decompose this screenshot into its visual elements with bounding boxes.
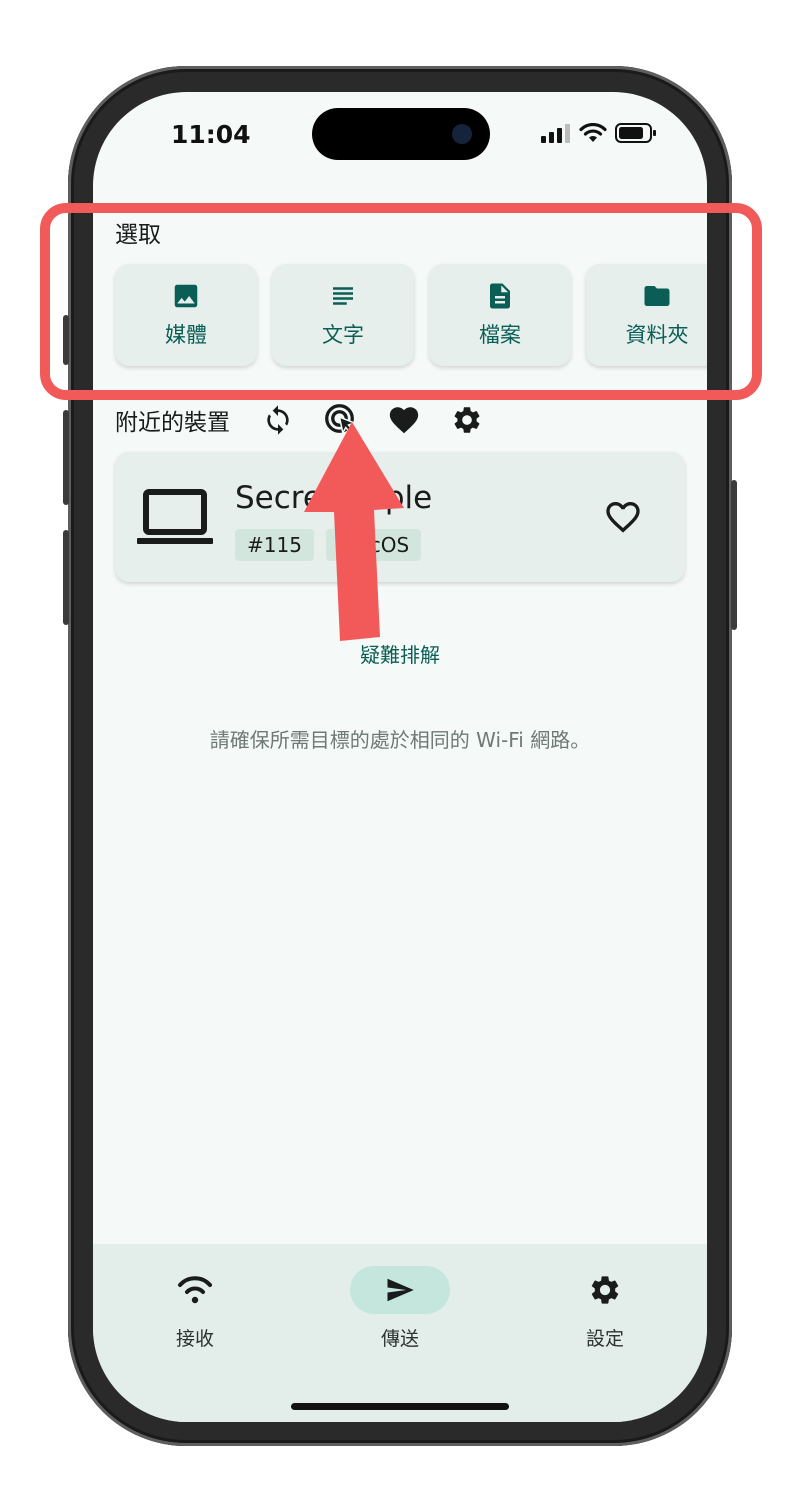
annotation-arrow-icon	[304, 422, 404, 641]
